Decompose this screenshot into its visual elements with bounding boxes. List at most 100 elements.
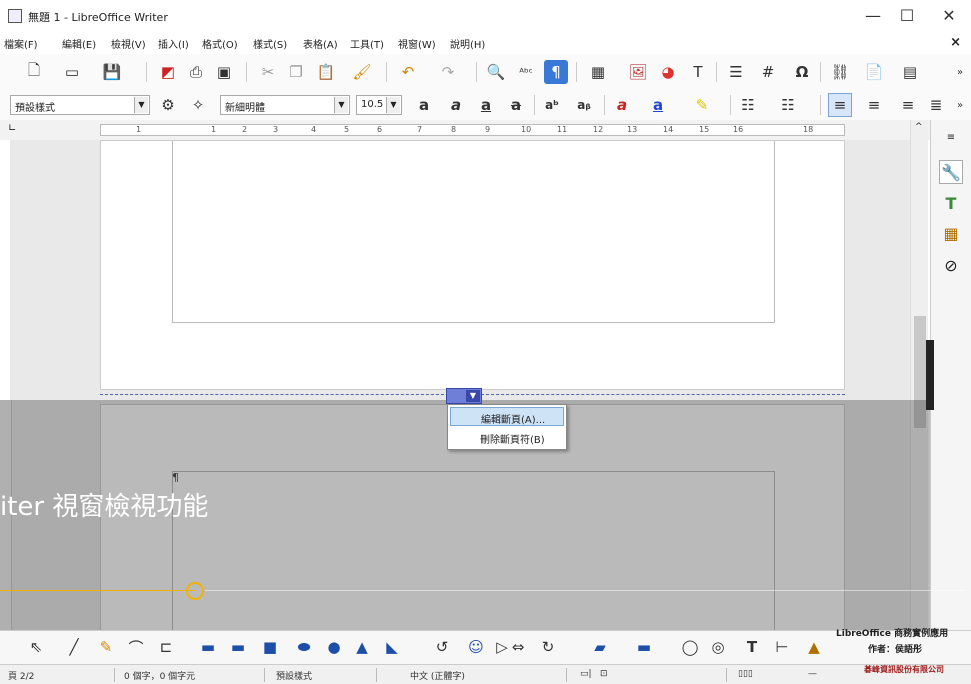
image-icon[interactable]: ▲ — [802, 635, 826, 659]
new-style-icon[interactable]: ✧ — [186, 93, 210, 117]
underline-icon[interactable]: a — [474, 93, 498, 117]
insert-page-break-icon[interactable]: ☰ — [724, 60, 748, 84]
sidebar-menu-icon[interactable]: ≡ — [939, 126, 963, 150]
callout-icon[interactable]: ▰ — [588, 635, 612, 659]
align-left-icon[interactable]: ≡ — [828, 93, 852, 117]
rotate-left-icon[interactable]: ↺ — [430, 635, 454, 659]
textbox-icon[interactable]: T — [740, 635, 764, 659]
open-icon[interactable]: ▭ — [60, 60, 84, 84]
more-options-icon[interactable]: » — [948, 60, 971, 84]
copy-icon[interactable]: ❐ — [284, 60, 308, 84]
styles-icon[interactable]: T — [939, 192, 963, 216]
triangle-icon[interactable]: ▲ — [350, 635, 374, 659]
subscript-icon[interactable]: aᵦ — [572, 93, 596, 117]
menu-format[interactable]: 格式(O) — [202, 36, 238, 51]
insert-field-icon[interactable]: # — [756, 60, 780, 84]
properties-icon[interactable]: 🔧 — [939, 160, 963, 184]
insert-table-icon[interactable]: ▦ — [586, 60, 610, 84]
align-center-icon[interactable]: ≡ — [862, 93, 886, 117]
print-icon[interactable]: ⎙ — [184, 60, 208, 84]
update-style-icon[interactable]: ⚙ — [156, 93, 180, 117]
view-layout-icon[interactable]: ▯▯▯ — [738, 669, 753, 679]
circle-icon[interactable]: ● — [322, 635, 346, 659]
right-triangle-icon[interactable]: ◣ — [380, 635, 404, 659]
menu-styles[interactable]: 樣式(S) — [253, 36, 287, 51]
superscript-icon[interactable]: aᵇ — [540, 93, 564, 117]
scroll-up-icon[interactable]: ^ — [915, 122, 923, 132]
insert-textbox-icon[interactable]: T — [686, 60, 710, 84]
horizontal-ruler[interactable]: 1 1 2 3 4 5 6 7 8 9 10 11 12 13 14 15 16… — [100, 124, 845, 136]
highlight-color-icon[interactable]: ✎ — [690, 93, 714, 117]
justify-icon[interactable]: ≣ — [924, 93, 948, 117]
font-size-select[interactable]: 10.5 ▼ — [356, 95, 402, 115]
page-style[interactable]: 預設樣式 — [276, 669, 312, 682]
more-options-icon[interactable]: » — [948, 93, 971, 117]
close-button[interactable]: ✕ — [934, 6, 964, 25]
formatting-marks-icon[interactable]: ¶ — [544, 60, 568, 84]
double-arrow-icon[interactable]: ⇔ — [506, 635, 530, 659]
menu-table[interactable]: 表格(A) — [303, 36, 338, 51]
menu-tools[interactable]: 工具(T) — [350, 36, 384, 51]
menu-view[interactable]: 檢視(V) — [111, 36, 146, 51]
maximize-button[interactable]: ☐ — [892, 6, 922, 25]
star-icon[interactable]: ◎ — [706, 635, 730, 659]
paste-icon[interactable]: 📋 — [314, 60, 338, 84]
curve-icon[interactable]: ⌒ — [124, 635, 148, 659]
gallery-icon[interactable]: ▦ — [939, 222, 963, 246]
paragraph-style-select[interactable]: 預設樣式 ▼ — [10, 95, 150, 115]
rectangle-icon[interactable]: ▬ — [196, 635, 220, 659]
language[interactable]: 中文 (正體字) — [410, 669, 465, 682]
insert-image-icon[interactable]: 🖼 — [626, 60, 650, 84]
select-icon[interactable]: ⇖ — [24, 635, 48, 659]
menu-edit[interactable]: 編輯(E) — [62, 36, 96, 51]
italic-icon[interactable]: a — [444, 93, 468, 117]
zoom-slider-icon[interactable]: — — [808, 669, 817, 679]
insert-footnote-icon[interactable]: 📄 — [862, 60, 886, 84]
comment-shape-icon[interactable]: ◯ — [678, 635, 702, 659]
edit-page-break-item[interactable]: 編輯斷頁(A)... — [450, 407, 564, 426]
export-pdf-icon[interactable]: ◩ — [156, 60, 180, 84]
tab-stop-icon[interactable]: ∟ — [8, 123, 16, 134]
menu-help[interactable]: 說明(H) — [450, 36, 485, 51]
fontwork-icon[interactable]: ⊢ — [770, 635, 794, 659]
font-name-select[interactable]: 新細明體 ▼ — [220, 95, 350, 115]
insert-comment-icon[interactable]: ▤ — [898, 60, 922, 84]
insert-chart-icon[interactable]: ◕ — [656, 60, 680, 84]
minimize-button[interactable]: — — [858, 6, 888, 25]
print-preview-icon[interactable]: ▣ — [212, 60, 236, 84]
smiley-icon[interactable]: ☺ — [464, 635, 488, 659]
square-icon[interactable]: ■ — [258, 635, 282, 659]
insert-mode-icon[interactable]: ▭| — [580, 669, 592, 679]
delete-page-break-item[interactable]: 刪除斷頁符(B) — [450, 428, 564, 447]
freeform-icon[interactable]: ✎ — [94, 635, 118, 659]
redo-icon[interactable]: ↷ — [436, 60, 460, 84]
clone-formatting-icon[interactable]: 🖌 — [350, 60, 374, 84]
special-character-icon[interactable]: Ω — [790, 60, 814, 84]
find-replace-icon[interactable]: 🔍 — [484, 60, 508, 84]
bullet-list-icon[interactable]: ☷ — [736, 93, 760, 117]
flowchart-icon[interactable]: ▬ — [632, 635, 656, 659]
close-document-button[interactable]: × — [950, 35, 961, 50]
rounded-rect-icon[interactable]: ▬ — [226, 635, 250, 659]
cut-icon[interactable]: ✂ — [256, 60, 280, 84]
menu-insert[interactable]: 插入(I) — [158, 36, 189, 51]
page-1[interactable] — [100, 140, 845, 390]
menu-window[interactable]: 視窗(W) — [398, 36, 436, 51]
save-icon[interactable]: 💾 — [100, 60, 124, 84]
page-break-button[interactable]: ▼ — [446, 388, 482, 404]
word-count[interactable]: 0 個字，0 個字元 — [124, 669, 195, 682]
page-count[interactable]: 頁 2/2 — [8, 669, 34, 682]
numbered-list-icon[interactable]: ☷ — [776, 93, 800, 117]
polygon-icon[interactable]: ⊏ — [154, 635, 178, 659]
undo-icon[interactable]: ↶ — [396, 60, 420, 84]
new-document-icon[interactable]: 🗋 — [22, 60, 46, 84]
strikethrough-icon[interactable]: a — [504, 93, 528, 117]
clear-formatting-icon[interactable]: a — [610, 93, 634, 117]
rotate-right-icon[interactable]: ↻ — [536, 635, 560, 659]
selection-mode-icon[interactable]: ⊡ — [600, 669, 608, 679]
insert-hyperlink-icon[interactable]: ⛓ — [828, 60, 852, 84]
navigator-icon[interactable]: ⊘ — [939, 254, 963, 278]
align-right-icon[interactable]: ≡ — [896, 93, 920, 117]
bold-icon[interactable]: a — [412, 93, 436, 117]
ellipse-icon[interactable]: ⬬ — [292, 635, 316, 659]
